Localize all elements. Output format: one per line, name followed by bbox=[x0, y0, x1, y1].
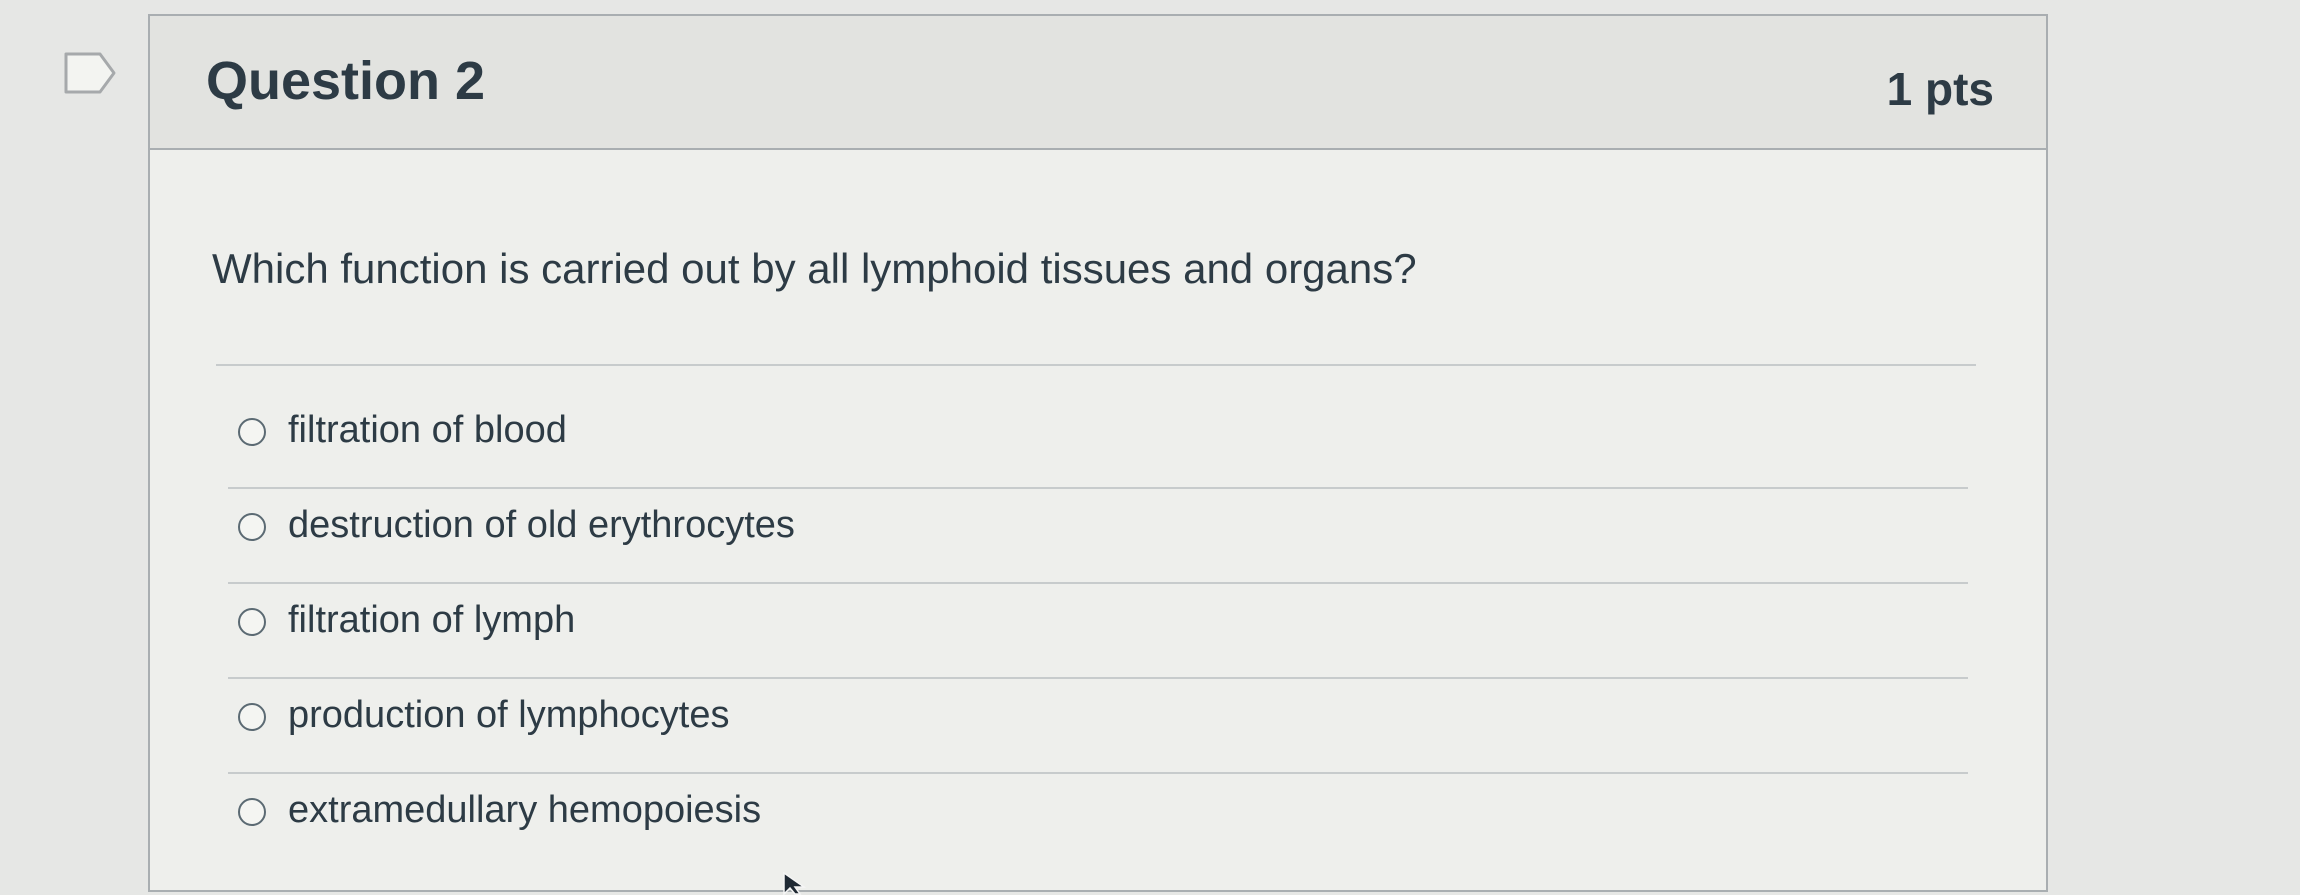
answer-list: filtration of blood destruction of old e… bbox=[228, 394, 1968, 869]
flag-question-icon[interactable] bbox=[62, 50, 118, 96]
answer-label: filtration of blood bbox=[288, 409, 567, 451]
radio-button-icon[interactable] bbox=[238, 418, 266, 446]
question-text: Which function is carried out by all lym… bbox=[212, 245, 1417, 292]
radio-button-icon[interactable] bbox=[238, 703, 266, 731]
answer-option[interactable]: filtration of blood bbox=[228, 394, 1968, 489]
question-title: Question 2 bbox=[206, 51, 486, 111]
answer-label: extramedullary hemopoiesis bbox=[288, 789, 762, 831]
radio-button-icon[interactable] bbox=[238, 608, 266, 636]
question-header: Question 2 1 pts bbox=[150, 16, 2046, 150]
radio-button-icon[interactable] bbox=[238, 513, 266, 541]
answer-label: filtration of lymph bbox=[288, 599, 576, 641]
answer-label: destruction of old erythrocytes bbox=[288, 504, 795, 546]
answer-option[interactable]: production of lymphocytes bbox=[228, 679, 1968, 774]
radio-button-icon[interactable] bbox=[238, 798, 266, 826]
answer-label: production of lymphocytes bbox=[288, 694, 730, 736]
answer-option[interactable]: extramedullary hemopoiesis bbox=[228, 774, 1968, 869]
mouse-cursor-icon bbox=[783, 872, 807, 895]
answer-option[interactable]: filtration of lymph bbox=[228, 584, 1968, 679]
question-card: Question 2 1 pts Which function is carri… bbox=[148, 14, 2048, 892]
answer-option[interactable]: destruction of old erythrocytes bbox=[228, 489, 1968, 584]
question-points: 1 pts bbox=[1886, 63, 1994, 115]
question-divider bbox=[216, 364, 1976, 366]
